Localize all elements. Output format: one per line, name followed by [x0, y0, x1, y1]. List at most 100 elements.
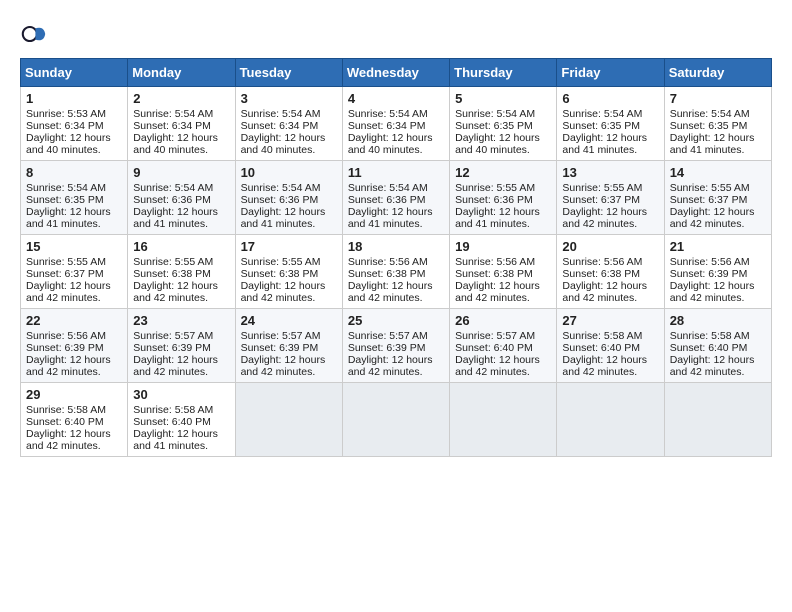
sunset-label: Sunset: 6:35 PM [26, 194, 104, 206]
sunset-label: Sunset: 6:36 PM [133, 194, 211, 206]
calendar-cell [557, 383, 664, 457]
calendar-cell: 22 Sunrise: 5:56 AM Sunset: 6:39 PM Dayl… [21, 309, 128, 383]
sunset-label: Sunset: 6:40 PM [562, 342, 640, 354]
calendar-cell: 9 Sunrise: 5:54 AM Sunset: 6:36 PM Dayli… [128, 161, 235, 235]
day-number: 11 [348, 165, 444, 180]
day-header-wednesday: Wednesday [342, 59, 449, 87]
sunrise-label: Sunrise: 5:54 AM [241, 108, 321, 120]
sunset-label: Sunset: 6:40 PM [26, 416, 104, 428]
sunrise-label: Sunrise: 5:58 AM [670, 330, 750, 342]
daylight-label: Daylight: 12 hours and 40 minutes. [133, 132, 218, 156]
day-number: 24 [241, 313, 337, 328]
sunrise-label: Sunrise: 5:55 AM [26, 256, 106, 268]
sunrise-label: Sunrise: 5:58 AM [133, 404, 213, 416]
calendar-header-row: SundayMondayTuesdayWednesdayThursdayFrid… [21, 59, 772, 87]
day-number: 13 [562, 165, 658, 180]
sunset-label: Sunset: 6:38 PM [241, 268, 319, 280]
sunset-label: Sunset: 6:38 PM [348, 268, 426, 280]
calendar-cell: 15 Sunrise: 5:55 AM Sunset: 6:37 PM Dayl… [21, 235, 128, 309]
sunset-label: Sunset: 6:34 PM [241, 120, 319, 132]
sunset-label: Sunset: 6:35 PM [670, 120, 748, 132]
sunrise-label: Sunrise: 5:55 AM [562, 182, 642, 194]
daylight-label: Daylight: 12 hours and 41 minutes. [241, 206, 326, 230]
day-header-monday: Monday [128, 59, 235, 87]
daylight-label: Daylight: 12 hours and 42 minutes. [26, 428, 111, 452]
sunset-label: Sunset: 6:37 PM [562, 194, 640, 206]
sunset-label: Sunset: 6:39 PM [133, 342, 211, 354]
calendar-cell [450, 383, 557, 457]
day-number: 26 [455, 313, 551, 328]
day-number: 16 [133, 239, 229, 254]
daylight-label: Daylight: 12 hours and 41 minutes. [26, 206, 111, 230]
day-number: 7 [670, 91, 766, 106]
sunrise-label: Sunrise: 5:57 AM [348, 330, 428, 342]
day-number: 21 [670, 239, 766, 254]
calendar-cell: 21 Sunrise: 5:56 AM Sunset: 6:39 PM Dayl… [664, 235, 771, 309]
daylight-label: Daylight: 12 hours and 42 minutes. [348, 280, 433, 304]
daylight-label: Daylight: 12 hours and 41 minutes. [133, 428, 218, 452]
sunset-label: Sunset: 6:35 PM [455, 120, 533, 132]
day-number: 19 [455, 239, 551, 254]
day-number: 25 [348, 313, 444, 328]
sunrise-label: Sunrise: 5:58 AM [26, 404, 106, 416]
calendar-cell: 14 Sunrise: 5:55 AM Sunset: 6:37 PM Dayl… [664, 161, 771, 235]
calendar-week-1: 1 Sunrise: 5:53 AM Sunset: 6:34 PM Dayli… [21, 87, 772, 161]
calendar-cell: 23 Sunrise: 5:57 AM Sunset: 6:39 PM Dayl… [128, 309, 235, 383]
sunset-label: Sunset: 6:36 PM [455, 194, 533, 206]
sunrise-label: Sunrise: 5:57 AM [241, 330, 321, 342]
calendar-cell: 2 Sunrise: 5:54 AM Sunset: 6:34 PM Dayli… [128, 87, 235, 161]
day-number: 18 [348, 239, 444, 254]
calendar-cell: 11 Sunrise: 5:54 AM Sunset: 6:36 PM Dayl… [342, 161, 449, 235]
daylight-label: Daylight: 12 hours and 42 minutes. [670, 354, 755, 378]
sunrise-label: Sunrise: 5:54 AM [241, 182, 321, 194]
day-number: 23 [133, 313, 229, 328]
daylight-label: Daylight: 12 hours and 40 minutes. [241, 132, 326, 156]
sunset-label: Sunset: 6:38 PM [133, 268, 211, 280]
calendar-cell: 12 Sunrise: 5:55 AM Sunset: 6:36 PM Dayl… [450, 161, 557, 235]
day-number: 30 [133, 387, 229, 402]
calendar-cell: 18 Sunrise: 5:56 AM Sunset: 6:38 PM Dayl… [342, 235, 449, 309]
day-number: 15 [26, 239, 122, 254]
day-number: 28 [670, 313, 766, 328]
calendar-cell: 20 Sunrise: 5:56 AM Sunset: 6:38 PM Dayl… [557, 235, 664, 309]
logo [20, 20, 52, 48]
sunrise-label: Sunrise: 5:56 AM [348, 256, 428, 268]
calendar-cell: 16 Sunrise: 5:55 AM Sunset: 6:38 PM Dayl… [128, 235, 235, 309]
sunset-label: Sunset: 6:38 PM [455, 268, 533, 280]
day-number: 27 [562, 313, 658, 328]
daylight-label: Daylight: 12 hours and 42 minutes. [26, 280, 111, 304]
sunset-label: Sunset: 6:38 PM [562, 268, 640, 280]
daylight-label: Daylight: 12 hours and 42 minutes. [562, 354, 647, 378]
sunrise-label: Sunrise: 5:55 AM [455, 182, 535, 194]
sunrise-label: Sunrise: 5:54 AM [348, 108, 428, 120]
sunset-label: Sunset: 6:37 PM [26, 268, 104, 280]
sunset-label: Sunset: 6:35 PM [562, 120, 640, 132]
daylight-label: Daylight: 12 hours and 42 minutes. [241, 354, 326, 378]
daylight-label: Daylight: 12 hours and 41 minutes. [670, 132, 755, 156]
calendar-cell: 30 Sunrise: 5:58 AM Sunset: 6:40 PM Dayl… [128, 383, 235, 457]
day-number: 5 [455, 91, 551, 106]
calendar-cell: 17 Sunrise: 5:55 AM Sunset: 6:38 PM Dayl… [235, 235, 342, 309]
sunrise-label: Sunrise: 5:53 AM [26, 108, 106, 120]
day-number: 3 [241, 91, 337, 106]
calendar-cell: 27 Sunrise: 5:58 AM Sunset: 6:40 PM Dayl… [557, 309, 664, 383]
sunset-label: Sunset: 6:36 PM [241, 194, 319, 206]
daylight-label: Daylight: 12 hours and 42 minutes. [670, 280, 755, 304]
page-header [20, 20, 772, 48]
sunrise-label: Sunrise: 5:56 AM [26, 330, 106, 342]
sunrise-label: Sunrise: 5:58 AM [562, 330, 642, 342]
calendar-week-5: 29 Sunrise: 5:58 AM Sunset: 6:40 PM Dayl… [21, 383, 772, 457]
daylight-label: Daylight: 12 hours and 42 minutes. [241, 280, 326, 304]
calendar-cell: 26 Sunrise: 5:57 AM Sunset: 6:40 PM Dayl… [450, 309, 557, 383]
sunrise-label: Sunrise: 5:54 AM [562, 108, 642, 120]
sunset-label: Sunset: 6:39 PM [26, 342, 104, 354]
calendar-cell: 5 Sunrise: 5:54 AM Sunset: 6:35 PM Dayli… [450, 87, 557, 161]
calendar-cell: 1 Sunrise: 5:53 AM Sunset: 6:34 PM Dayli… [21, 87, 128, 161]
day-number: 1 [26, 91, 122, 106]
calendar-cell: 28 Sunrise: 5:58 AM Sunset: 6:40 PM Dayl… [664, 309, 771, 383]
daylight-label: Daylight: 12 hours and 41 minutes. [455, 206, 540, 230]
day-number: 9 [133, 165, 229, 180]
day-number: 2 [133, 91, 229, 106]
calendar-cell: 24 Sunrise: 5:57 AM Sunset: 6:39 PM Dayl… [235, 309, 342, 383]
sunrise-label: Sunrise: 5:54 AM [670, 108, 750, 120]
